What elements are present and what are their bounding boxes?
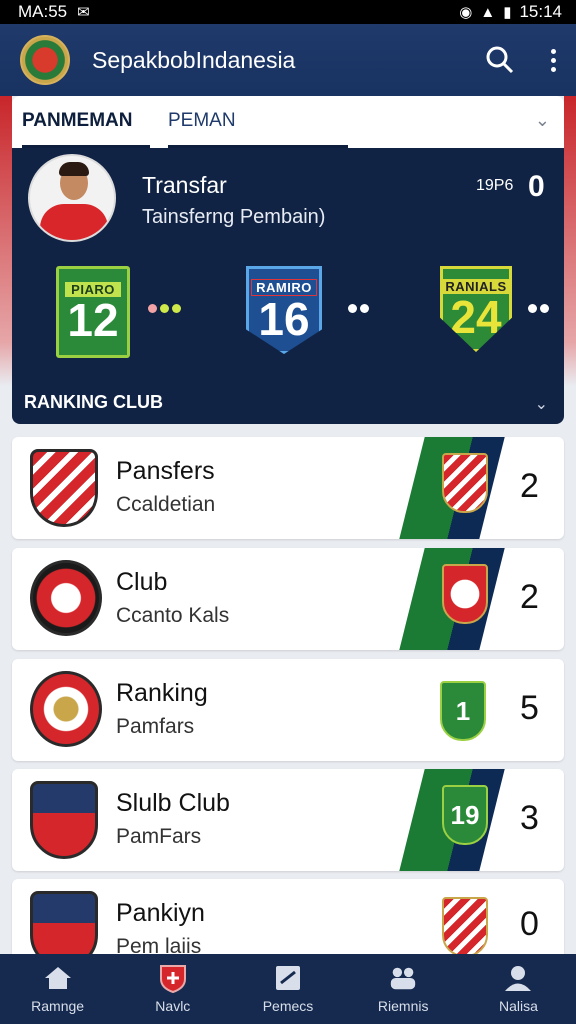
signal-icon: ▲: [480, 3, 496, 21]
players-icon: [388, 964, 418, 992]
nav-item-navlc[interactable]: Navlc: [115, 954, 230, 1024]
mini-crest-icon: [442, 897, 488, 957]
home-icon: [43, 964, 73, 992]
more-vert-icon[interactable]: [551, 48, 556, 72]
chevron-down-icon[interactable]: ⌄: [535, 394, 548, 414]
carousel-dots-2: [348, 304, 369, 313]
mini-crest-icon: 19: [442, 785, 488, 845]
transfer-small-value: 19P6: [476, 177, 514, 194]
club-badge-2[interactable]: RAMIRO 16: [246, 266, 322, 354]
club-name: Club: [116, 568, 168, 596]
app-bar: SepakbobIndanesia: [0, 24, 576, 96]
club-value: 2: [520, 467, 539, 505]
status-bar: MA:55 ✉ ◉ ▲ ▮ 15:14: [0, 0, 576, 24]
club-card[interactable]: Ranking Pamfars 1 5: [12, 659, 564, 761]
nav-item-pemecs[interactable]: Pemecs: [230, 954, 345, 1024]
decor-band-right: [564, 96, 576, 386]
club-card[interactable]: Club Ccanto Kals 2: [12, 548, 564, 650]
decor-band-left: [0, 96, 12, 386]
club-subtitle: Ccaldetian: [116, 493, 216, 516]
tab-peman[interactable]: PEMAN: [168, 96, 348, 148]
club-value: 3: [520, 799, 539, 837]
club-crest-icon: [30, 449, 98, 527]
club-subtitle: Pamfars: [116, 715, 195, 738]
search-icon[interactable]: [485, 45, 515, 75]
profile-icon: [503, 964, 533, 992]
chevron-down-icon[interactable]: ⌄: [535, 110, 550, 131]
club-logo-icon: [20, 35, 70, 85]
battery-icon: ▮: [503, 4, 512, 21]
tab-panmeman[interactable]: PANMEMAN: [22, 96, 150, 148]
club-crest-icon: [30, 671, 102, 747]
club-crest-icon: [30, 560, 102, 636]
wifi-icon: ◉: [459, 4, 473, 21]
nav-item-riemnis[interactable]: Riemnis: [346, 954, 461, 1024]
mail-icon: ✉: [77, 4, 90, 21]
transfer-panel: Transfar Tainsferng Pembain) 19P6 0 PIAR…: [12, 148, 564, 424]
carousel-dots-3: [528, 304, 549, 313]
player-avatar[interactable]: [28, 154, 116, 242]
news-icon: [273, 964, 303, 992]
shield-icon: [158, 964, 188, 993]
tab-bar: PANMEMAN PEMAN ⌄: [12, 96, 564, 148]
mini-crest-icon: 1: [440, 681, 486, 741]
club-badge-3[interactable]: RANIALS 24: [440, 266, 512, 352]
club-card[interactable]: Slulb Club PamFars 19 3: [12, 769, 564, 871]
mini-crest-icon: [442, 453, 488, 513]
club-name: Slulb Club: [116, 789, 230, 817]
app-title: SepakbobIndanesia: [92, 46, 296, 73]
club-name: Ranking: [116, 679, 208, 707]
transfer-big-value: 0: [528, 170, 545, 203]
club-subtitle: Ccanto Kals: [116, 604, 230, 627]
nav-item-nalisa[interactable]: Nalisa: [461, 954, 576, 1024]
club-value: 5: [520, 689, 539, 727]
carousel-dots-1: [148, 304, 181, 313]
transfer-subtitle: Tainsferng Pembain): [142, 206, 326, 228]
club-value: 0: [520, 905, 539, 943]
club-crest-icon: [30, 781, 98, 859]
nav-item-ramnge[interactable]: Ramnge: [0, 954, 115, 1024]
mini-crest-icon: [442, 564, 488, 624]
club-name: Pankiyn: [116, 899, 205, 927]
club-badge-1[interactable]: PIARO 12: [56, 266, 130, 358]
club-name: Pansfers: [116, 457, 215, 485]
bottom-nav: Ramnge Navlc Pemecs Riemnis Nalisa: [0, 954, 576, 1024]
club-value: 2: [520, 578, 539, 616]
status-time-left: MA:55: [18, 2, 68, 21]
transfer-title: Transfar: [142, 172, 227, 198]
status-time-right: 15:14: [519, 2, 562, 21]
club-card[interactable]: Pansfers Ccaldetian 2: [12, 437, 564, 539]
section-label: RANKING CLUB: [24, 392, 163, 412]
club-subtitle: PamFars: [116, 825, 202, 848]
